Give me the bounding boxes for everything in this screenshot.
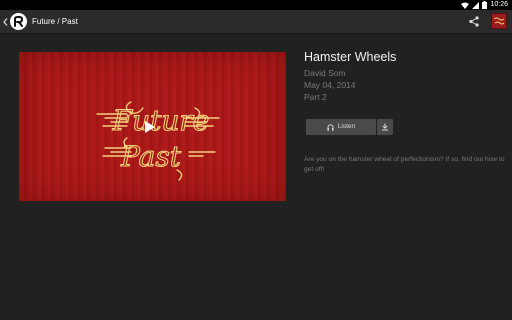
episode-title: Hamster Wheels	[304, 50, 397, 64]
status-icons: 10:26	[461, 0, 508, 10]
podcast-thumbnail-button[interactable]	[491, 13, 507, 29]
battery-icon	[482, 1, 488, 9]
app-bar: Future / Past	[0, 10, 512, 33]
back-button[interactable]	[1, 15, 9, 28]
video-player[interactable]: Future Past	[19, 52, 286, 201]
share-icon	[468, 16, 479, 27]
share-button[interactable]	[467, 15, 480, 28]
episode-description: Are you on the hamster wheel of perfecti…	[304, 156, 505, 173]
play-icon	[145, 121, 155, 133]
podcast-thumbnail-icon	[493, 17, 505, 25]
app-title: Future / Past	[32, 17, 78, 26]
status-time: 10:26	[490, 1, 508, 8]
headphones-icon	[327, 123, 334, 131]
episode-author: David Som	[304, 68, 346, 78]
listen-label: Listen	[337, 123, 356, 130]
status-bar: 10:26	[0, 0, 512, 10]
wifi-icon	[461, 2, 470, 9]
download-button[interactable]	[377, 119, 393, 135]
download-icon	[382, 123, 388, 131]
artwork-title-past: Past	[120, 140, 182, 173]
listen-button[interactable]: Listen	[306, 119, 376, 135]
chevron-left-icon	[2, 17, 7, 26]
app-logo[interactable]	[10, 13, 27, 30]
episode-date: May 04, 2014	[304, 80, 356, 90]
app-logo-icon	[14, 16, 24, 27]
cellular-signal-icon	[472, 1, 480, 9]
episode-part: Part 2	[304, 92, 327, 102]
play-button[interactable]	[137, 116, 163, 138]
